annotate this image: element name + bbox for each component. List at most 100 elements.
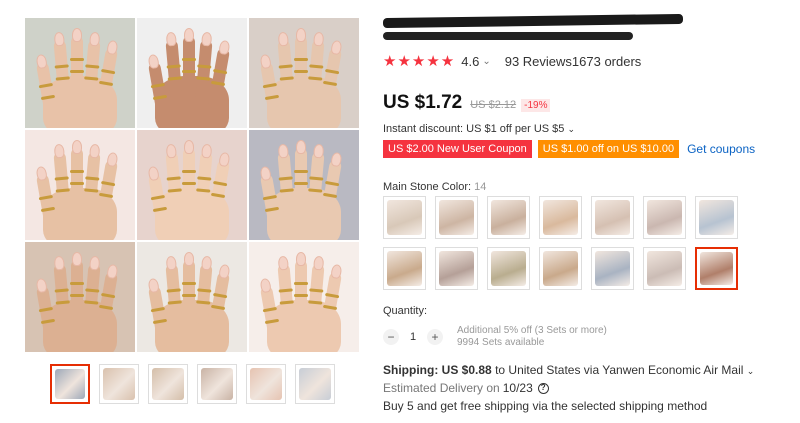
original-price: US $2.12 (470, 99, 517, 111)
swatch-image (543, 251, 578, 286)
ring-image (212, 68, 228, 75)
color-swatch[interactable] (643, 196, 686, 239)
color-swatch[interactable] (435, 247, 478, 290)
main-image-grid[interactable] (25, 18, 359, 352)
ring-image (40, 318, 56, 325)
nail-image (313, 143, 325, 159)
nail-image (72, 140, 82, 154)
ring-image (182, 70, 196, 73)
rating-score[interactable]: 4.6 (461, 54, 479, 69)
ring-image (294, 70, 308, 73)
color-swatch[interactable] (591, 247, 634, 290)
ring-image (264, 94, 280, 101)
gallery-thumbnail[interactable] (246, 364, 286, 404)
ring-image (196, 76, 211, 81)
nail-image (53, 31, 65, 47)
ring-image (210, 304, 226, 311)
thumbnail-strip (50, 364, 335, 404)
swatch-image (439, 251, 474, 286)
ring-image (210, 80, 226, 87)
quantity-decrease-button[interactable]: − (383, 329, 399, 345)
gallery-image[interactable] (25, 130, 135, 240)
product-title-redacted-line2 (383, 32, 633, 40)
new-user-coupon[interactable]: US $2.00 New User Coupon (383, 140, 532, 158)
finger-image (182, 28, 196, 96)
ring-image (308, 76, 323, 81)
swatch-image (595, 200, 630, 235)
nail-image (53, 143, 65, 159)
color-swatch[interactable] (383, 196, 426, 239)
current-price: US $1.72 (383, 92, 463, 113)
store-coupon[interactable]: US $1.00 off on US $10.00 (537, 140, 680, 158)
shipping-row[interactable]: Shipping: US $0.88 to United States via … (383, 363, 754, 377)
chevron-down-icon[interactable]: ⌄ (482, 56, 490, 67)
color-swatch[interactable] (383, 247, 426, 290)
ring-image (150, 82, 166, 89)
instant-discount[interactable]: Instant discount: US $1 off per US $5 ⌄ (383, 123, 575, 135)
help-icon[interactable]: ? (537, 382, 549, 394)
swatch-image (439, 200, 474, 235)
color-swatch[interactable] (435, 196, 478, 239)
ring-image (197, 64, 212, 69)
gallery-image[interactable] (25, 18, 135, 128)
shipping-price: US $0.88 (441, 363, 492, 377)
ring-image (166, 64, 181, 69)
quantity-input[interactable]: 1 (399, 331, 427, 343)
thumbnail-image (152, 368, 184, 400)
ring-image (166, 288, 181, 293)
reviews-count[interactable]: 93 Reviews (505, 54, 572, 69)
ring-image (294, 58, 308, 61)
gallery-image[interactable] (137, 130, 247, 240)
color-swatch[interactable] (539, 196, 582, 239)
nail-image (184, 140, 194, 154)
nail-image (313, 255, 325, 271)
ring-image (262, 194, 278, 201)
ring-image (98, 304, 114, 311)
ring-image (54, 176, 69, 181)
gallery-thumbnail[interactable] (197, 364, 237, 404)
color-swatch[interactable] (487, 196, 530, 239)
color-swatch[interactable] (487, 247, 530, 290)
gallery-image[interactable] (249, 18, 359, 128)
finger-image (182, 140, 196, 208)
gallery-image[interactable] (25, 242, 135, 352)
color-swatch[interactable] (643, 247, 686, 290)
color-swatch[interactable] (539, 247, 582, 290)
color-swatch[interactable] (695, 196, 738, 239)
gallery-thumbnail[interactable] (148, 364, 188, 404)
nail-image (201, 31, 213, 47)
gallery-image[interactable] (137, 18, 247, 128)
nail-image (35, 165, 48, 182)
ring-image (197, 288, 212, 293)
color-swatch[interactable] (695, 247, 738, 290)
product-title-redacted (382, 13, 684, 29)
finger-image (182, 252, 196, 320)
nail-image (330, 39, 343, 56)
finger-image (294, 252, 308, 320)
ring-image (100, 180, 116, 187)
quantity-increase-button[interactable]: + (427, 329, 443, 345)
quantity-label: Quantity: (383, 305, 428, 317)
ring-image (322, 80, 338, 87)
color-swatch[interactable] (591, 196, 634, 239)
ring-image (70, 294, 84, 297)
nail-image (313, 31, 325, 47)
ring-image (182, 282, 196, 285)
ring-image (166, 176, 181, 181)
nail-image (277, 31, 289, 47)
gallery-image[interactable] (249, 130, 359, 240)
gallery-image[interactable] (137, 242, 247, 352)
ring-image (182, 294, 196, 297)
gallery-thumbnail[interactable] (295, 364, 335, 404)
orders-count: 1673 orders (571, 53, 642, 69)
gallery-image[interactable] (249, 242, 359, 352)
nail-image (201, 255, 213, 271)
ring-image (279, 188, 294, 193)
ring-image (38, 194, 54, 201)
gallery-thumbnail[interactable] (99, 364, 139, 404)
main-stone-label: Main Stone Color: 14 (383, 181, 486, 193)
swatch-image (647, 200, 682, 235)
nail-image (147, 165, 160, 182)
get-coupons-link[interactable]: Get coupons (687, 142, 755, 156)
gallery-thumbnail[interactable] (50, 364, 90, 404)
